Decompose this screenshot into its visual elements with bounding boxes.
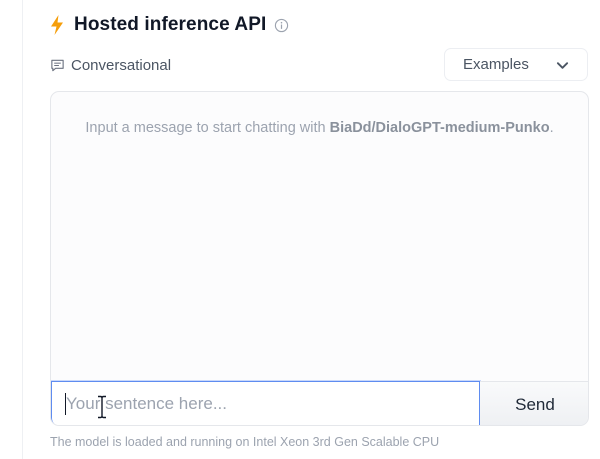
sentence-input[interactable] bbox=[51, 381, 480, 425]
chevron-down-icon bbox=[556, 62, 569, 69]
task-type: Conversational bbox=[50, 53, 171, 77]
left-divider bbox=[22, 0, 23, 459]
model-name: BiaDd/DialoGPT-medium-Punko bbox=[329, 120, 550, 136]
examples-dropdown[interactable]: Examples bbox=[444, 48, 588, 81]
examples-label: Examples bbox=[463, 56, 529, 73]
message-input-row: Send bbox=[51, 381, 588, 425]
task-label: Conversational bbox=[71, 56, 172, 74]
prompt-prefix: Input a message to start chatting with bbox=[85, 120, 330, 136]
info-icon[interactable] bbox=[274, 18, 289, 33]
send-button[interactable]: Send bbox=[480, 381, 588, 425]
widget-title: Hosted inference API bbox=[74, 14, 267, 35]
bolt-icon bbox=[51, 15, 63, 35]
prompt-suffix: . bbox=[549, 120, 554, 136]
widget-header: Hosted inference API bbox=[50, 10, 289, 40]
chat-area: Input a message to start chatting with B… bbox=[50, 91, 589, 426]
chat-icon bbox=[51, 59, 64, 71]
runtime-note: The model is loaded and running on Intel… bbox=[50, 435, 440, 449]
chat-empty-prompt: Input a message to start chatting with B… bbox=[51, 120, 588, 136]
text-caret bbox=[65, 393, 66, 415]
inference-widget: Hosted inference API Conversational Exam… bbox=[0, 0, 600, 459]
text-cursor-icon bbox=[98, 395, 106, 419]
